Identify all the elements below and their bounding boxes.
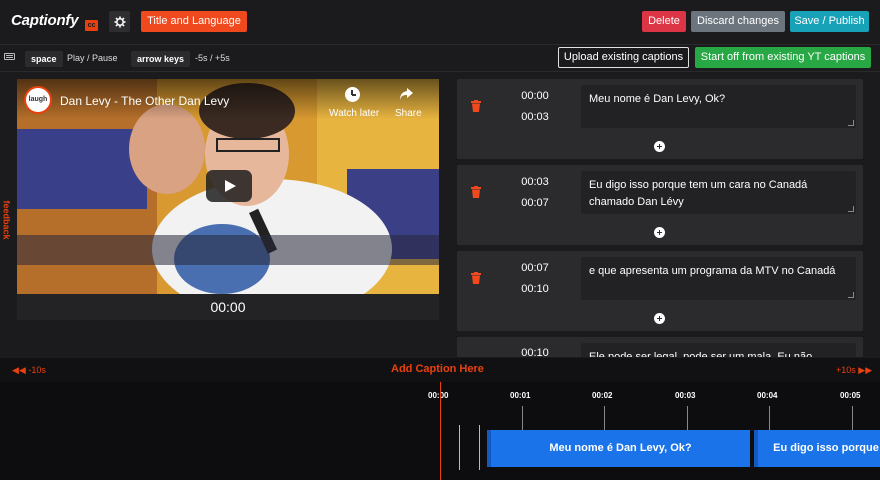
video-player[interactable]: laugh Dan Levy - The Other Dan Levy Watc…	[17, 79, 439, 294]
yt-captions-button[interactable]: Start off from existing YT captions	[695, 47, 871, 68]
top-bar: Captionfy cc Title and Language Delete D…	[0, 0, 880, 44]
add-caption-plus-icon[interactable]	[654, 141, 665, 152]
caption-end-time[interactable]: 00:10	[520, 283, 550, 295]
share-label[interactable]: Share	[395, 108, 422, 119]
arrow-action: -5s / +5s	[195, 53, 230, 63]
space-key: space	[25, 51, 63, 67]
trash-icon[interactable]	[471, 100, 481, 112]
settings-button[interactable]	[109, 11, 130, 32]
share-icon[interactable]	[399, 87, 414, 101]
rewind-label: -10s	[28, 365, 46, 375]
video-overlay-strip	[17, 235, 439, 265]
resize-handle[interactable]	[848, 292, 854, 298]
add-caption-plus-icon[interactable]	[654, 227, 665, 238]
forward-label: +10s	[836, 365, 856, 375]
feedback-tab[interactable]: feedback	[0, 190, 14, 250]
caption-card: 00:07 00:10 e que apresenta um programa …	[457, 251, 863, 331]
caption-start-time[interactable]: 00:03	[520, 176, 550, 188]
caption-text-input[interactable]: Ele pode ser legal, pode ser um mala. Eu…	[581, 343, 856, 357]
caption-start-time[interactable]: 00:10	[520, 347, 550, 357]
resize-handle[interactable]	[848, 120, 854, 126]
tick-mark	[852, 406, 853, 430]
tick-mark	[604, 406, 605, 430]
title-language-button[interactable]: Title and Language	[141, 11, 247, 32]
resize-handle[interactable]	[848, 206, 854, 212]
forward-icon: ▶▶	[858, 365, 873, 375]
tick-mark	[769, 406, 770, 430]
timeline-header: ◀◀ -10s Add Caption Here +10s ▶▶	[0, 358, 880, 382]
tick-label: 00:02	[592, 391, 613, 400]
rewind-10s-button[interactable]: ◀◀ -10s	[12, 365, 46, 376]
app-logo[interactable]: Captionfy	[11, 12, 79, 29]
forward-10s-button[interactable]: +10s ▶▶	[836, 365, 872, 376]
caption-start-time[interactable]: 00:00	[520, 90, 550, 102]
play-button[interactable]	[206, 170, 252, 202]
discard-changes-button[interactable]: Discard changes	[691, 11, 785, 32]
video-title-bar: laugh Dan Levy - The Other Dan Levy Watc…	[17, 79, 439, 119]
tick-mark	[522, 406, 523, 430]
trash-icon[interactable]	[471, 186, 481, 198]
feedback-label: feedback	[2, 200, 12, 240]
caption-block[interactable]: Eu digo isso porque	[754, 430, 880, 467]
cc-badge: cc	[85, 20, 98, 31]
timeline[interactable]: 00:00 00:01 00:02 00:03 00:04 00:05 Meu …	[0, 382, 880, 480]
tick-label: 00:04	[757, 391, 778, 400]
shortcut-bar: space Play / Pause arrow keys -5s / +5s …	[0, 44, 880, 72]
add-caption-here-button[interactable]: Add Caption Here	[391, 363, 484, 375]
caption-text-input[interactable]: Eu digo isso porque tem um cara no Canad…	[581, 171, 856, 214]
caption-end-time[interactable]: 00:07	[520, 197, 550, 209]
channel-avatar[interactable]: laugh	[24, 86, 52, 114]
caption-start-time[interactable]: 00:07	[520, 262, 550, 274]
tick-label: 00:00	[428, 391, 449, 400]
rewind-icon: ◀◀	[12, 365, 26, 375]
add-caption-plus-icon[interactable]	[654, 313, 665, 324]
delete-button[interactable]: Delete	[642, 11, 686, 32]
tick-label: 00:05	[840, 391, 861, 400]
caption-text-input[interactable]: Meu nome é Dan Levy, Ok?	[581, 85, 856, 128]
watch-later-label[interactable]: Watch later	[329, 108, 379, 119]
space-action: Play / Pause	[67, 53, 118, 63]
current-time: 00:00	[17, 294, 439, 320]
tick-label: 00:01	[510, 391, 531, 400]
caption-card: 00:03 00:07 Eu digo isso porque tem um c…	[457, 165, 863, 245]
watch-later-icon[interactable]	[345, 87, 360, 102]
waveform-mark	[459, 425, 460, 470]
keyboard-icon	[4, 53, 15, 60]
save-publish-button[interactable]: Save / Publish	[790, 11, 869, 32]
playhead[interactable]	[440, 382, 441, 480]
upload-captions-button[interactable]: Upload existing captions	[558, 47, 689, 68]
caption-card: 00:00 00:03 Meu nome é Dan Levy, Ok?	[457, 79, 863, 159]
captions-list[interactable]: 00:00 00:03 Meu nome é Dan Levy, Ok? 00:…	[457, 79, 863, 357]
waveform-mark	[479, 425, 480, 470]
tick-label: 00:03	[675, 391, 696, 400]
gear-icon	[114, 16, 125, 27]
caption-text-input[interactable]: e que apresenta um programa da MTV no Ca…	[581, 257, 856, 300]
arrow-keys-key: arrow keys	[131, 51, 191, 67]
video-title[interactable]: Dan Levy - The Other Dan Levy	[60, 94, 229, 108]
trash-icon[interactable]	[471, 272, 481, 284]
caption-block[interactable]: Meu nome é Dan Levy, Ok?	[487, 430, 750, 467]
tick-mark	[687, 406, 688, 430]
caption-end-time[interactable]: 00:03	[520, 111, 550, 123]
caption-card: 00:10 Ele pode ser legal, pode ser um ma…	[457, 337, 863, 357]
